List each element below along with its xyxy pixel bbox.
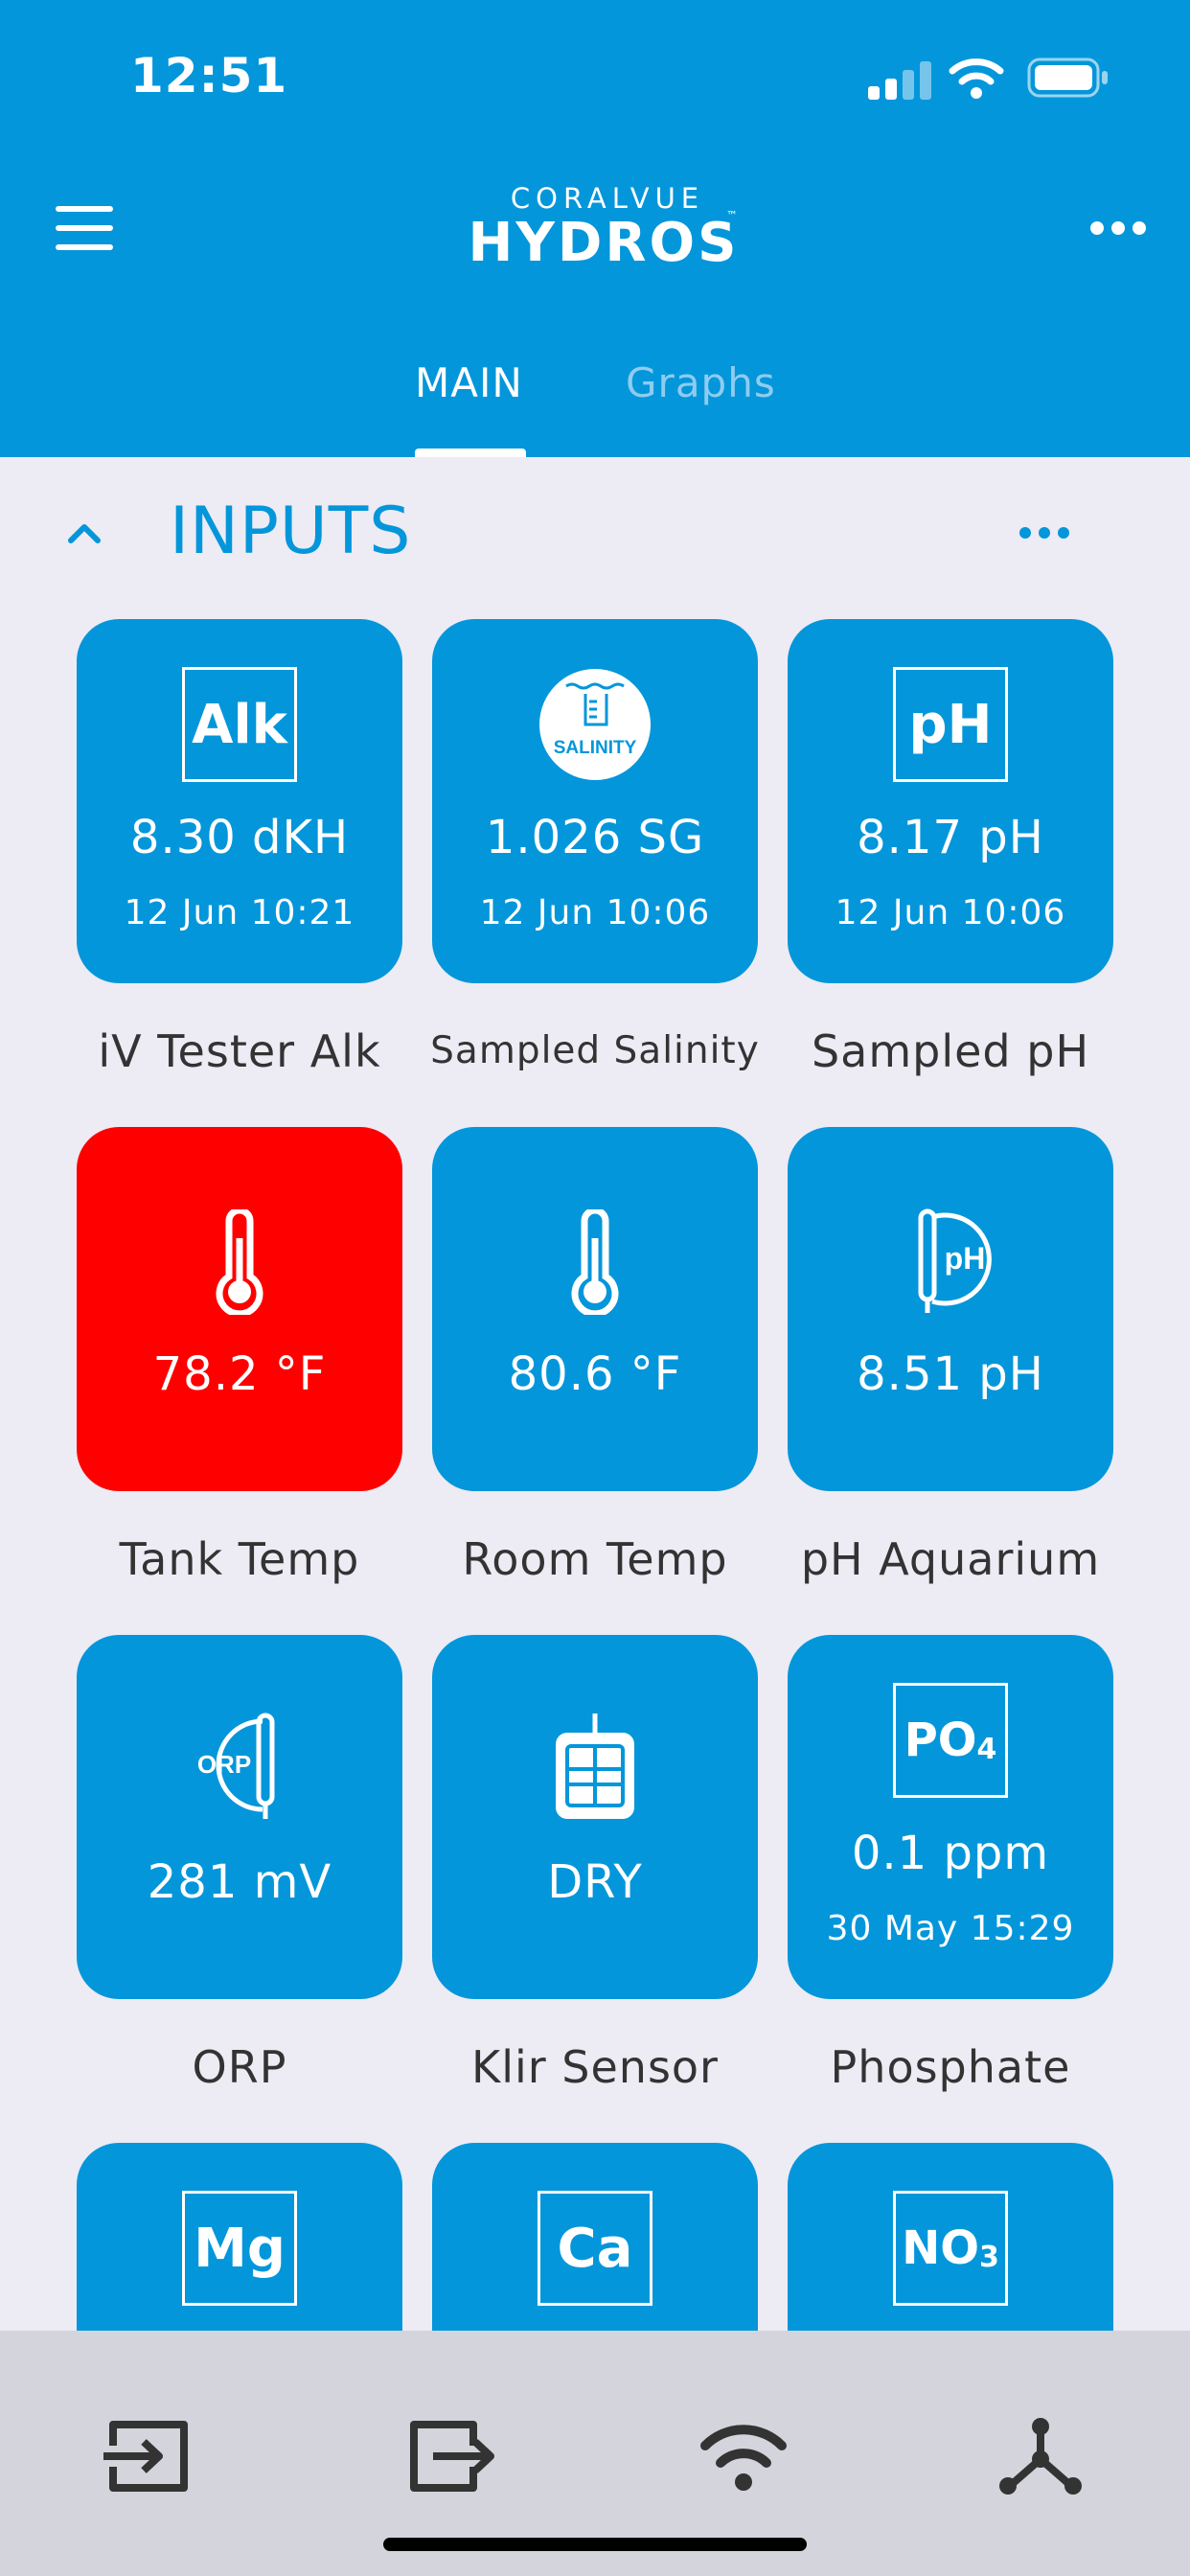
logo-coralvue: CORALVUE — [510, 182, 705, 215]
tile-value: 8.51 pH — [857, 1347, 1044, 1401]
battery-icon — [1027, 58, 1108, 98]
nitrate-icon: NO 3 — [893, 2191, 1008, 2306]
tile-value: 281 mV — [147, 1855, 332, 1909]
active-tab-indicator — [415, 448, 526, 457]
phosphate-icon-text: PO — [904, 1714, 977, 1767]
salinity-icon-text: SALINITY — [554, 738, 637, 758]
alk-icon: Alk — [182, 667, 297, 782]
tile-label: Tank Temp — [119, 1533, 360, 1585]
home-indicator[interactable] — [383, 2538, 807, 2551]
tile-value: 80.6 °F — [508, 1347, 682, 1401]
app-header: 12:51 CORALVUE HYDROS ™ MAIN Graphs — [0, 0, 1190, 457]
tab-graphs[interactable]: Graphs — [626, 359, 776, 406]
tile-date: 12 Jun 10:21 — [124, 893, 355, 932]
network-nav-icon[interactable] — [996, 2417, 1085, 2496]
status-bar: 12:51 — [0, 0, 1190, 153]
tile-label: Room Temp — [462, 1533, 728, 1585]
tile-room-temp[interactable]: 80.6 °F — [432, 1127, 758, 1491]
section-more-icon[interactable] — [1019, 525, 1073, 542]
tile-value: 8.17 pH — [857, 811, 1044, 864]
nitrate-icon-sub: 3 — [979, 2240, 999, 2274]
tile-ph-aquarium[interactable]: pH 8.51 pH — [788, 1127, 1113, 1491]
tile-label: Phosphate — [830, 2041, 1071, 2093]
ph-icon: pH — [893, 667, 1008, 782]
cellular-signal-icon — [868, 59, 931, 100]
tile-value: DRY — [547, 1855, 643, 1909]
tile-label: pH Aquarium — [800, 1533, 1101, 1585]
ph-probe-text: pH — [945, 1241, 986, 1276]
orp-probe-icon: ORP — [197, 1713, 275, 1819]
tile-date: 30 May 15:29 — [826, 1909, 1075, 1948]
more-options-icon[interactable] — [1090, 218, 1148, 240]
section-title-inputs: INPUTS — [170, 494, 412, 569]
ca-icon: Ca — [538, 2191, 652, 2306]
tile-label: ORP — [192, 2041, 287, 2093]
tile-label: Sampled pH — [811, 1025, 1090, 1077]
mg-icon: Mg — [182, 2191, 297, 2306]
tile-sampled-ph[interactable]: pH 8.17 pH 12 Jun 10:06 — [788, 619, 1113, 983]
status-time: 12:51 — [130, 48, 288, 104]
klir-sensor-icon — [556, 1714, 634, 1819]
logo-hydros: HYDROS — [468, 212, 740, 274]
tile-phosphate[interactable]: PO 4 0.1 ppm 30 May 15:29 — [788, 1635, 1113, 1999]
tile-value: 78.2 °F — [152, 1347, 327, 1401]
thermometer-icon — [571, 1209, 619, 1315]
tile-value: 1.026 SG — [485, 811, 705, 864]
inputs-nav-icon[interactable] — [103, 2417, 192, 2496]
tile-iv-tester-alk[interactable]: Alk 8.30 dKH 12 Jun 10:21 — [77, 619, 402, 983]
phosphate-icon: PO 4 — [893, 1683, 1008, 1798]
hamburger-menu-icon[interactable] — [56, 206, 115, 250]
wifi-nav-icon[interactable] — [699, 2417, 788, 2496]
tile-value: 0.1 ppm — [851, 1827, 1050, 1880]
tile-date: 12 Jun 10:06 — [479, 893, 711, 932]
tab-main[interactable]: MAIN — [415, 359, 523, 406]
wifi-status-icon — [949, 58, 1004, 99]
outputs-nav-icon[interactable] — [410, 2417, 498, 2496]
orp-probe-text: ORP — [197, 1750, 251, 1779]
salinity-icon: SALINITY — [539, 669, 651, 780]
phosphate-icon-sub: 4 — [976, 1732, 997, 1766]
tile-label: iV Tester Alk — [98, 1025, 381, 1077]
tile-label: Sampled Salinity — [430, 1029, 760, 1072]
tile-sampled-salinity[interactable]: SALINITY 1.026 SG 12 Jun 10:06 — [432, 619, 758, 983]
tile-label: Klir Sensor — [471, 2041, 719, 2093]
tile-tank-temp[interactable]: 78.2 °F — [77, 1127, 402, 1491]
collapse-chevron-icon[interactable] — [65, 518, 103, 546]
nitrate-icon-text: NO — [902, 2221, 980, 2275]
tile-orp[interactable]: ORP 281 mV — [77, 1635, 402, 1999]
hydros-logo: CORALVUE HYDROS ™ — [450, 182, 757, 278]
thermometer-icon — [216, 1209, 263, 1315]
logo-trademark: ™ — [726, 209, 738, 222]
tile-value: 8.30 dKH — [129, 811, 350, 864]
tile-date: 12 Jun 10:06 — [835, 893, 1066, 932]
ph-probe-icon: pH — [918, 1208, 992, 1313]
tile-klir-sensor[interactable]: DRY — [432, 1635, 758, 1999]
